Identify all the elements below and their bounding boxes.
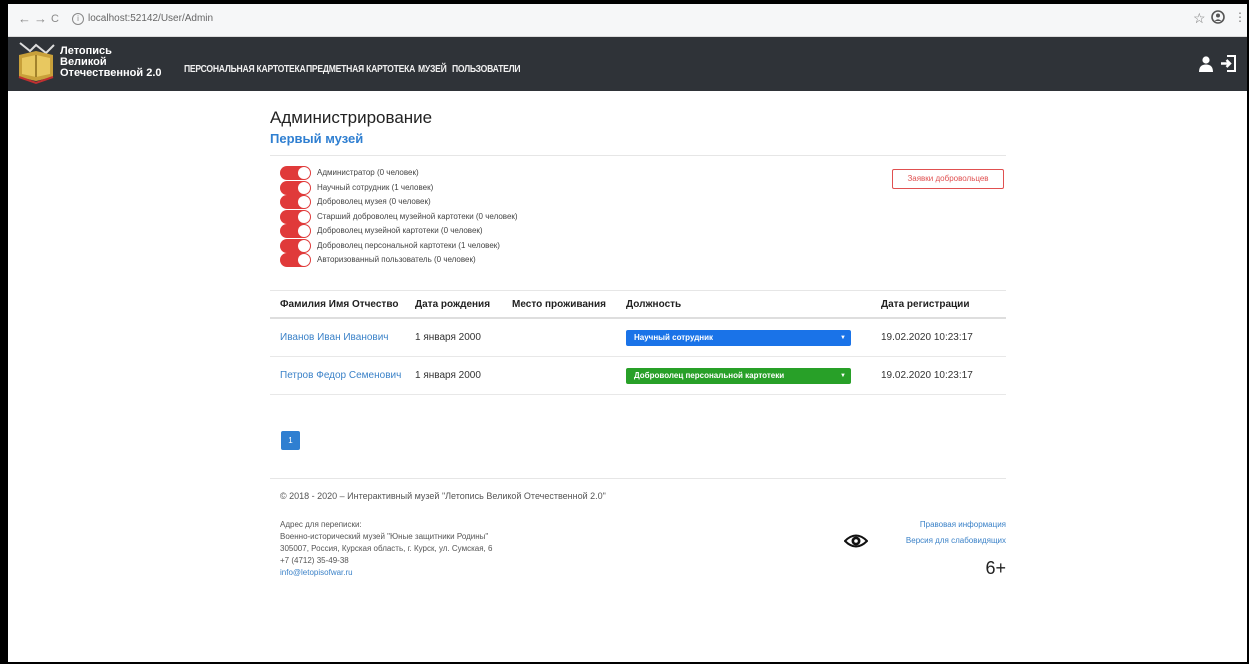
nav-subject-catalog[interactable]: Предметная картотека (306, 64, 415, 75)
position-select[interactable]: Доброволец персональной картотеки ▼ (626, 367, 851, 384)
contact-address: Адрес для переписки: Военно-исторический… (280, 519, 492, 579)
role-label: Администратор (0 человек) (317, 168, 419, 177)
role-toggle[interactable] (280, 253, 311, 267)
caret-down-icon: ▼ (840, 334, 846, 341)
role-label: Авторизованный пользователь (0 человек) (317, 255, 476, 264)
role-label: Доброволец музея (0 человек) (317, 197, 431, 206)
position-cell: Доброволец персональной картотеки ▼ (616, 356, 871, 395)
logo-icon[interactable] (16, 41, 56, 87)
birth-date-cell: 1 января 2000 (405, 318, 502, 357)
reload-icon[interactable]: C (51, 11, 59, 27)
nav-personal-catalog[interactable]: Персональная картотека (184, 64, 306, 75)
role-label: Доброволец музейной картотеки (0 человек… (317, 226, 483, 235)
phone-text: +7 (4712) 35-49-38 (280, 556, 349, 565)
legal-info-link[interactable]: Правовая информация (920, 520, 1006, 529)
user-name-cell: Петров Федор Семенович (270, 356, 405, 395)
divider (270, 155, 1006, 156)
caret-down-icon: ▼ (840, 372, 846, 379)
email-link[interactable]: info@letopisofwar.ru (280, 567, 492, 579)
bookmark-star-icon[interactable]: ☆ (1193, 10, 1206, 27)
logout-icon[interactable] (1220, 55, 1236, 77)
museum-link[interactable]: Первый музей (270, 131, 363, 146)
profile-icon[interactable] (1211, 10, 1225, 27)
address-title: Адрес для переписки: (280, 520, 362, 529)
role-toggle[interactable] (280, 224, 311, 238)
nav-museum[interactable]: Музей (418, 64, 447, 75)
divider (270, 478, 1006, 479)
pagination-page-1[interactable]: 1 (281, 431, 300, 450)
toggle-knob (298, 254, 310, 266)
table-row: Иванов Иван Иванович 1 января 2000 Научн… (270, 318, 1006, 357)
eye-icon[interactable] (843, 533, 869, 554)
users-table: Фамилия Имя Отчество Дата рождения Место… (270, 291, 1006, 395)
toggle-knob (298, 210, 310, 223)
position-select[interactable]: Научный сотрудник ▼ (626, 329, 851, 346)
browser-toolbar: ← → C i localhost:52142/User/Admin ☆ ⋮ (8, 4, 1247, 37)
role-label: Доброволец персональной картотеки (1 чел… (317, 240, 500, 250)
place-cell (502, 318, 616, 357)
toggle-knob (298, 181, 310, 194)
role-label: Научный сотрудник (1 человек) (317, 182, 434, 192)
logo-text[interactable]: Летопись Великой Отечественной 2.0 (60, 46, 162, 79)
user-name-cell: Иванов Иван Иванович (270, 318, 405, 357)
nav-users[interactable]: Пользователи (452, 64, 521, 75)
toggle-knob (298, 225, 310, 237)
main-nav: Персональная картотека Предметная картот… (184, 64, 522, 75)
low-vision-link[interactable]: Версия для слабовидящих (906, 536, 1006, 545)
role-toggle[interactable] (280, 195, 311, 209)
user-name-link[interactable]: Иванов Иван Иванович (280, 332, 389, 343)
app-header: Летопись Великой Отечественной 2.0 Персо… (8, 37, 1247, 91)
column-header-birth[interactable]: Дата рождения (405, 291, 502, 319)
browser-window: ← → C i localhost:52142/User/Admin ☆ ⋮ Ле… (8, 4, 1247, 662)
position-value: Научный сотрудник (634, 332, 714, 342)
address-street: 305007, Россия, Курская область, г. Курс… (280, 544, 493, 553)
toggle-knob (298, 196, 310, 208)
role-label: Старший доброволец музейной картотеки (0… (317, 211, 518, 221)
user-icon[interactable] (1199, 56, 1213, 77)
user-name-link[interactable]: Петров Федор Семенович (280, 370, 401, 381)
registered-cell: 19.02.2020 10:23:17 (871, 318, 1006, 357)
address-org: Военно-исторический музей "Юные защитник… (280, 532, 489, 541)
forward-icon[interactable]: → (34, 11, 47, 27)
table-row: Петров Федор Семенович 1 января 2000 Доб… (270, 356, 1006, 395)
role-toggle[interactable] (280, 238, 311, 253)
role-toggle[interactable] (280, 166, 311, 180)
role-toggle[interactable] (280, 180, 311, 195)
url-text: localhost:52142/User/Admin (88, 13, 214, 24)
menu-kebab-icon[interactable]: ⋮ (1234, 10, 1246, 24)
toggle-knob (298, 167, 310, 179)
position-value: Доброволец персональной картотеки (634, 370, 785, 380)
toggle-knob (298, 239, 310, 252)
address-bar[interactable]: i localhost:52142/User/Admin (72, 13, 213, 25)
copyright-text: © 2018 - 2020 – Интерактивный музей "Лет… (280, 491, 606, 501)
table-header-row: Фамилия Имя Отчество Дата рождения Место… (270, 291, 1006, 319)
registered-cell: 19.02.2020 10:23:17 (871, 356, 1006, 395)
back-icon[interactable]: ← (18, 11, 31, 27)
volunteer-requests-button[interactable]: Заявки добровольцев (892, 169, 1004, 189)
info-icon[interactable]: i (72, 13, 84, 25)
role-toggle[interactable] (280, 209, 311, 224)
column-header-place[interactable]: Место проживания (502, 291, 616, 319)
column-header-registered[interactable]: Дата регистрации (871, 291, 1006, 319)
birth-date-cell: 1 января 2000 (405, 356, 502, 395)
logo-line: Отечественной 2.0 (60, 67, 162, 79)
column-header-name[interactable]: Фамилия Имя Отчество (270, 291, 405, 319)
age-rating: 6+ (985, 558, 1006, 578)
place-cell (502, 356, 616, 395)
page-title: Администрирование (270, 108, 433, 127)
position-cell: Научный сотрудник ▼ (616, 318, 871, 357)
column-header-position[interactable]: Должность (616, 291, 871, 319)
